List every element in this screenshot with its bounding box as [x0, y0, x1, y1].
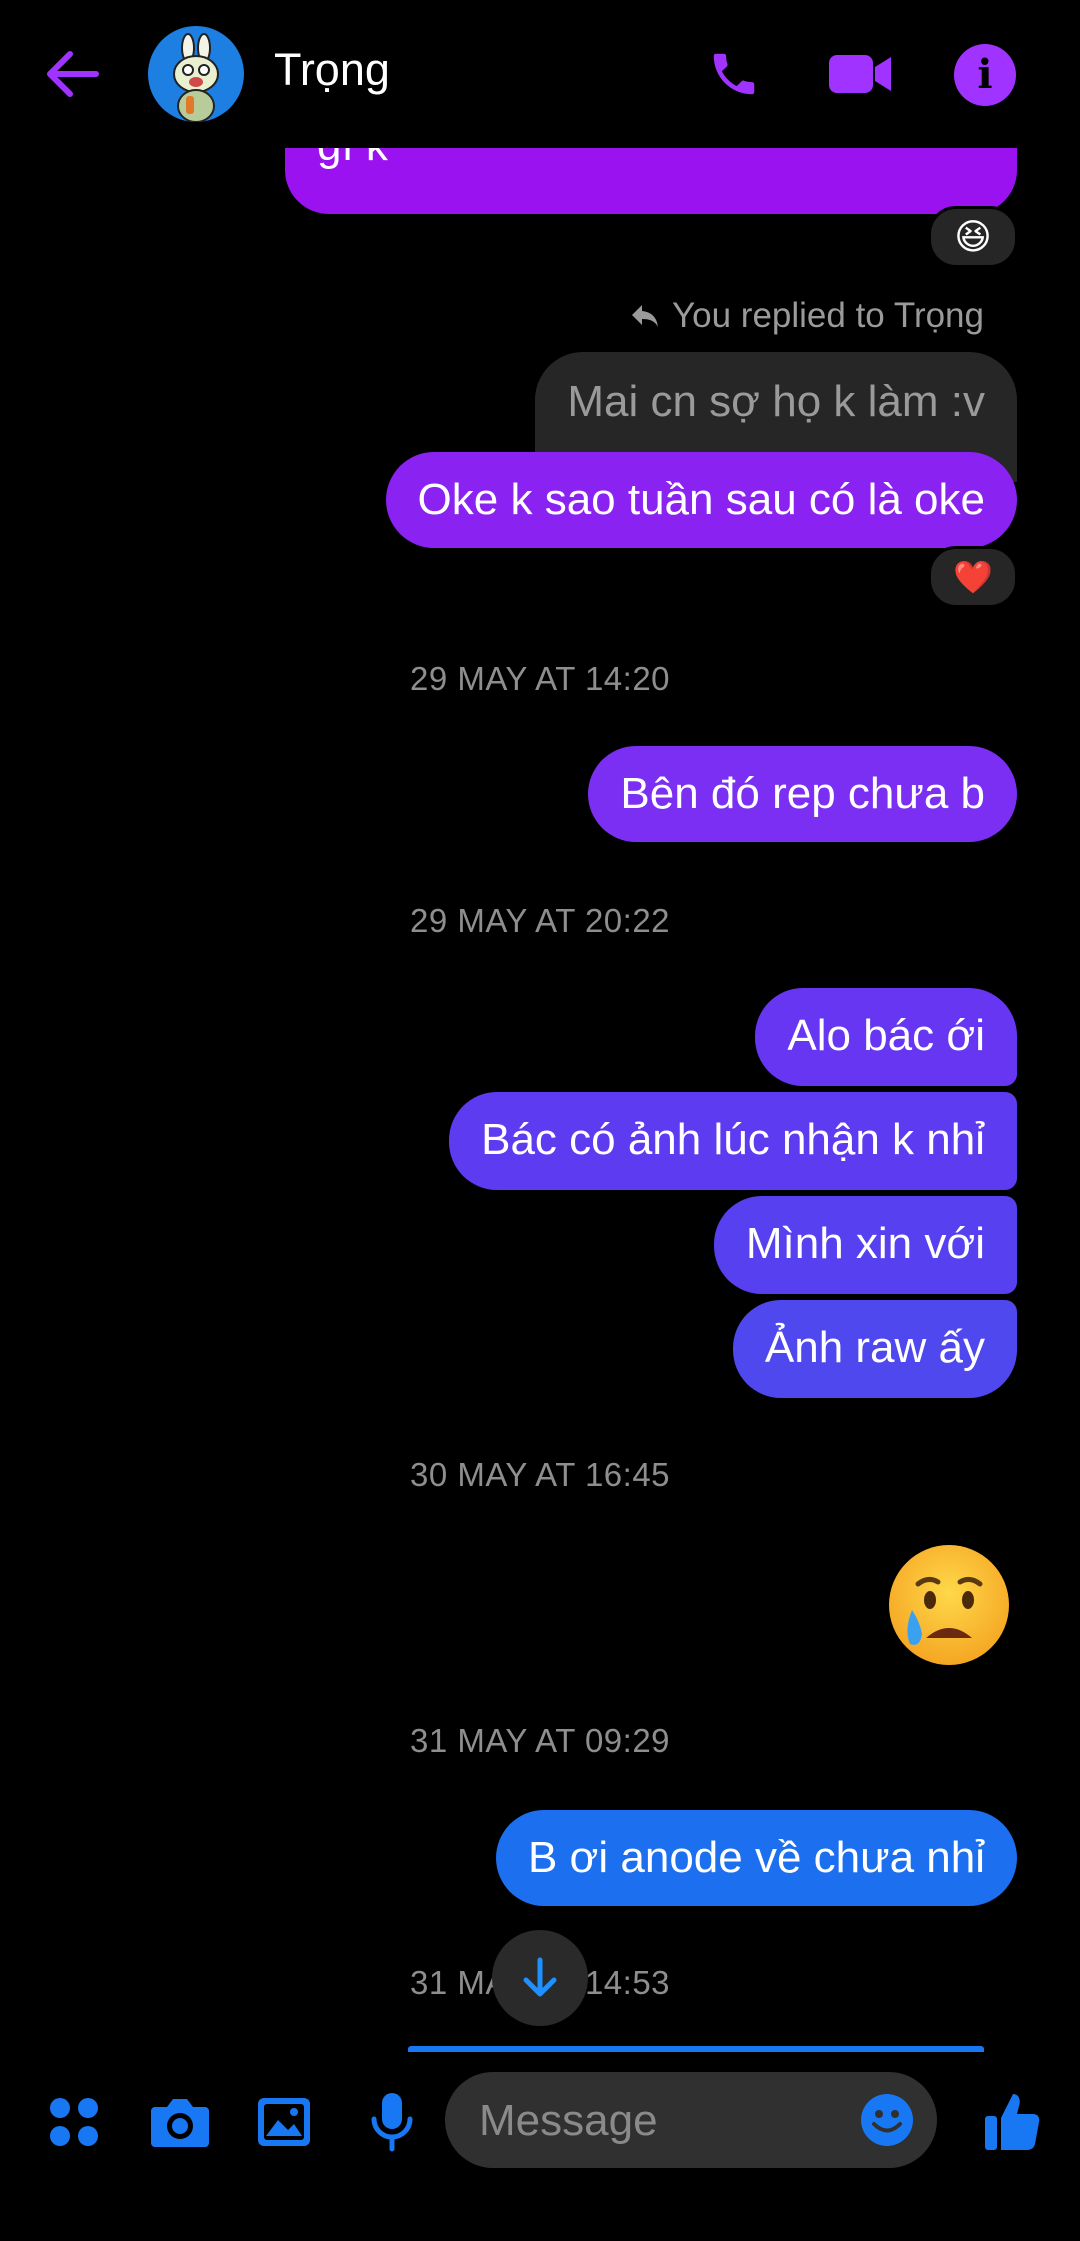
emoji-icon[interactable] — [859, 2092, 915, 2148]
phone-icon[interactable] — [700, 40, 768, 108]
emoji-message[interactable]: 😥 — [884, 1540, 1014, 1670]
video-camera-icon[interactable] — [824, 40, 896, 108]
message-bubble[interactable]: Ảnh raw ấy — [732, 1300, 1017, 1398]
message-bubble[interactable]: Mình xin với — [713, 1196, 1017, 1294]
avatar[interactable] — [148, 26, 244, 122]
timestamp: 29 MAY AT 20:22 — [409, 902, 671, 939]
thumbs-up-icon[interactable] — [980, 2086, 1044, 2156]
message-input[interactable] — [477, 2072, 861, 2170]
camera-icon[interactable] — [146, 2090, 214, 2154]
contact-name[interactable]: Trọng — [274, 44, 390, 96]
reply-arrow-icon — [632, 305, 658, 327]
message-bubble[interactable]: Oke k sao tuần sau có là oke — [385, 452, 1017, 548]
message-bubble[interactable]: Alo bác ới — [755, 988, 1017, 1086]
conversation-header: Trọng i — [0, 0, 1080, 148]
message-bubble[interactable]: Bên đó rep chưa b — [588, 746, 1017, 842]
message-bubble[interactable]: B ơi anode về chưa nhỉ — [495, 1810, 1017, 1906]
reaction-emoji: ❤️ — [953, 559, 993, 595]
gallery-icon[interactable] — [254, 2090, 314, 2154]
scroll-to-bottom-button[interactable] — [492, 1930, 588, 2026]
timestamp: 30 MAY AT 16:45 — [409, 1456, 671, 1493]
back-arrow-icon[interactable] — [36, 38, 108, 110]
message-field — [445, 2072, 937, 2170]
reaction-badge[interactable]: 😆 — [928, 206, 1018, 268]
arrow-down-icon — [523, 1957, 557, 1997]
reply-label: You replied to Trọng — [630, 296, 984, 336]
reaction-badge[interactable]: ❤️ — [928, 546, 1018, 608]
menu-dots-icon[interactable] — [44, 2092, 104, 2152]
composer-bar — [0, 2052, 1080, 2241]
microphone-icon[interactable] — [362, 2088, 422, 2156]
message-bubble[interactable]: Bác có ảnh lúc nhận k nhỉ — [449, 1092, 1017, 1190]
reaction-emoji: 😆 — [954, 216, 992, 257]
timestamp: 29 MAY AT 14:20 — [409, 660, 671, 697]
info-icon[interactable]: i — [954, 44, 1016, 106]
timestamp: 31 MAY AT 09:29 — [409, 1722, 671, 1759]
